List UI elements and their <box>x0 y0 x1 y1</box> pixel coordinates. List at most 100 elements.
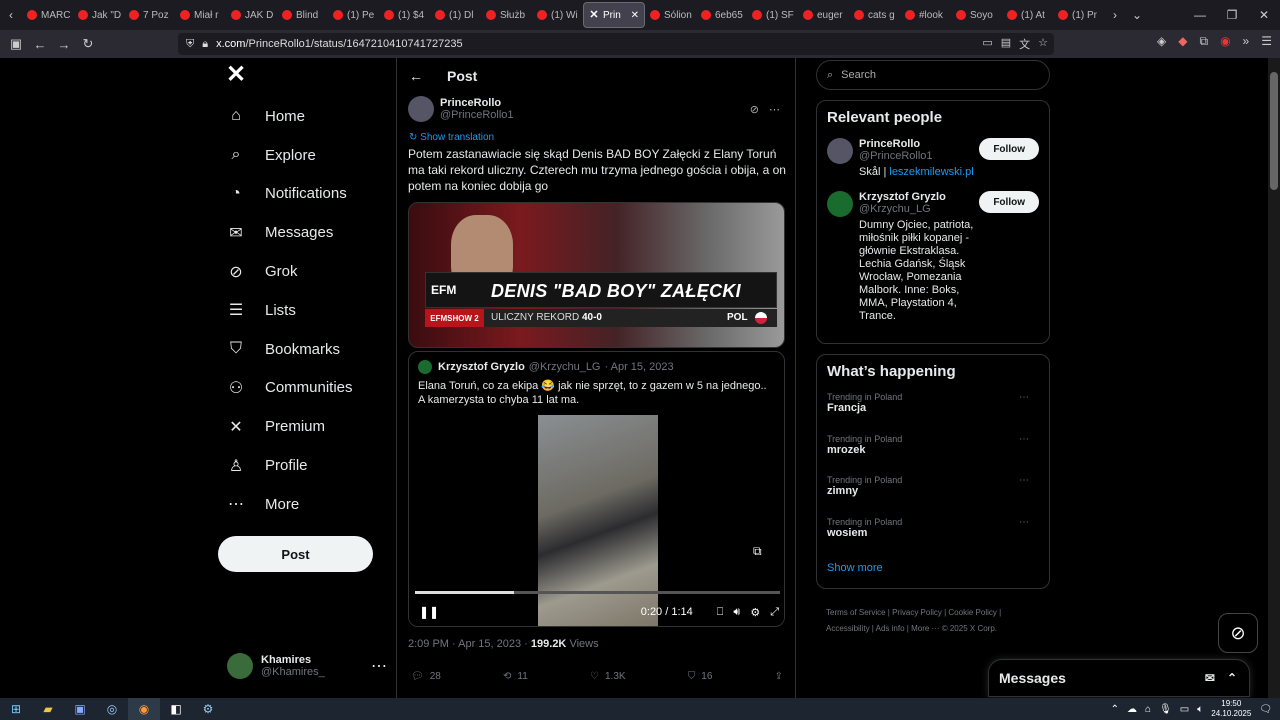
trend-item[interactable]: Trending in Poland wosiem ⋯ <box>827 517 1039 559</box>
scrollbar-thumb[interactable] <box>1270 72 1278 190</box>
browser-tab[interactable]: Soyo <box>951 2 1002 28</box>
file-explorer-icon[interactable]: ▰ <box>32 698 64 720</box>
account-more-icon[interactable]: ⋯ <box>371 656 387 676</box>
show-translation-link[interactable]: ↻ Show translation <box>409 132 494 143</box>
nav-item-profile[interactable]: ♙ Profile <box>218 446 388 485</box>
browser-tab[interactable]: Blind <box>277 2 328 28</box>
browser-tab[interactable]: (1) Pr <box>1053 2 1104 28</box>
display-icon[interactable]: ▭ <box>1180 704 1189 715</box>
tab-scroll-left-icon[interactable]: ‹ <box>0 2 22 28</box>
browser-tab[interactable]: (1) Dl <box>430 2 481 28</box>
notifications-icon[interactable]: 🗨︎ <box>1259 704 1272 715</box>
bookmark-star-icon[interactable]: ☆ <box>1038 36 1048 52</box>
avatar[interactable] <box>827 191 853 217</box>
browser-tab[interactable]: 7 Poz <box>124 2 175 28</box>
person-card[interactable]: Krzysztof Gryzlo @Krzychu_LG Dumny Ojciec,… <box>827 191 1039 323</box>
browser-tab[interactable]: 6eb65 <box>696 2 747 28</box>
browser-tab[interactable]: Sólion <box>645 2 696 28</box>
browser-tab[interactable]: JAK D <box>226 2 277 28</box>
browser-tab[interactable]: (1) At <box>1002 2 1053 28</box>
clock[interactable]: 19:50 24.10.2025 <box>1211 699 1251 719</box>
browser-tab[interactable]: (1) Wi <box>532 2 583 28</box>
post-timestamp[interactable]: 2:09 PM · Apr 15, 2023 · <box>408 638 531 650</box>
trend-more-icon[interactable]: ⋯ <box>1019 392 1029 403</box>
share-button[interactable]: ⇪ <box>775 671 783 682</box>
extensions-icon[interactable]: ⧉ <box>1199 34 1208 49</box>
tab-scroll-right-icon[interactable]: › <box>1104 2 1126 28</box>
browser-tab[interactable]: euger <box>798 2 849 28</box>
nav-item-home[interactable]: ⌂ Home <box>218 97 388 136</box>
author-name[interactable]: PrinceRollo <box>440 97 514 109</box>
grok-button[interactable]: ⊘ <box>1218 613 1258 653</box>
expand-icon[interactable]: ⌃ <box>1227 671 1237 685</box>
address-bar[interactable]: ⛨ 🔒︎ x.com/PrinceRollo1/status/164721041… <box>178 33 1054 55</box>
nav-item-lists[interactable]: ☰ Lists <box>218 291 388 330</box>
overflow-icon[interactable]: » <box>1243 34 1250 49</box>
footer-line[interactable]: Accessibility | Ads info | More ··· © 20… <box>826 621 1050 637</box>
person-name[interactable]: PrinceRollo <box>859 138 979 150</box>
nav-item-explore[interactable]: ⌕ Explore <box>218 136 388 175</box>
cloud-icon[interactable]: ☁ <box>1127 704 1137 715</box>
post-button[interactable]: Post <box>218 536 373 572</box>
nav-item-messages[interactable]: ✉ Messages <box>218 213 388 252</box>
trend-more-icon[interactable]: ⋯ <box>1019 517 1029 528</box>
video-player[interactable]: ⧉ ❚❚ 0:20 / 1:14 ⎕ 🔊︎ ⚙ ⤢ <box>409 415 784 626</box>
captions-icon[interactable]: ⎕ <box>717 606 724 619</box>
start-icon[interactable]: ⊞ <box>0 698 32 720</box>
account-switcher[interactable]: Khamires @Khamires_ ⋯ <box>227 650 387 682</box>
repost-button[interactable]: ⟲ 11 <box>503 671 528 682</box>
footer-line[interactable]: Terms of Service | Privacy Policy | Cook… <box>826 605 1050 621</box>
trend-item[interactable]: Trending in Poland zimny ⋯ <box>827 475 1039 517</box>
browser-tab[interactable]: #look <box>900 2 951 28</box>
nav-item-more[interactable]: ⋯ More <box>218 485 388 524</box>
monitor-app-icon[interactable]: ▣ <box>64 698 96 720</box>
avatar[interactable] <box>827 138 853 164</box>
settings-icon[interactable]: ⚙ <box>750 606 760 619</box>
person-name[interactable]: Krzysztof Gryzlo <box>859 191 979 203</box>
browser-tab[interactable]: ✕ Prin ✕ <box>583 2 645 28</box>
app-icon[interactable]: ⚙ <box>192 698 224 720</box>
forward-icon[interactable]: → <box>52 37 76 52</box>
tab-list-menu-icon[interactable]: ⌄ <box>1126 2 1148 28</box>
author-handle[interactable]: @PrinceRollo1 <box>440 109 514 121</box>
browser-tab[interactable]: (1) Pe <box>328 2 379 28</box>
screenshot-icon[interactable]: ▭ <box>982 36 992 52</box>
back-arrow-icon[interactable]: ← <box>409 68 423 84</box>
browser-tab[interactable]: Jak "D <box>73 2 124 28</box>
steam-icon[interactable]: ◎ <box>96 698 128 720</box>
fullscreen-icon[interactable]: ⤢ <box>770 606 779 619</box>
speaker-icon[interactable]: 🔈︎ <box>1197 704 1203 715</box>
browser-tab[interactable]: Służb <box>481 2 532 28</box>
trend-more-icon[interactable]: ⋯ <box>1019 475 1029 486</box>
avatar[interactable] <box>408 96 434 122</box>
new-message-icon[interactable]: ✉ <box>1205 671 1215 685</box>
bio-link[interactable]: leszekmilewski.pl <box>889 166 973 178</box>
volume-icon[interactable]: 🔊︎ <box>733 606 740 619</box>
video-progress-bar[interactable] <box>415 591 780 594</box>
quoted-post[interactable]: Krzysztof Gryzlo @Krzychu_LG · Apr 15, 2… <box>408 351 785 627</box>
close-tab-icon[interactable]: ✕ <box>631 10 639 21</box>
back-icon[interactable]: ← <box>28 37 52 52</box>
trend-more-icon[interactable]: ⋯ <box>1019 434 1029 445</box>
restore-icon[interactable]: ❐ <box>1216 8 1248 22</box>
person-card[interactable]: PrinceRollo @PrinceRollo1 Skål | leszekmil… <box>827 138 1039 179</box>
like-button[interactable]: ♡ 1.3K <box>590 671 626 682</box>
minimize-icon[interactable]: — <box>1184 8 1216 22</box>
menu-icon[interactable]: ☰ <box>1261 34 1272 49</box>
follow-button[interactable]: Follow <box>979 138 1039 160</box>
sidebar-toggle-icon[interactable]: ▣ <box>4 36 28 52</box>
trend-item[interactable]: Trending in Poland Francja ⋯ <box>827 392 1039 434</box>
show-more-link[interactable]: Show more <box>827 558 1039 580</box>
x-logo-icon[interactable]: ✕ <box>226 60 388 96</box>
translate-icon[interactable]: 文 <box>1019 36 1030 52</box>
firefox-icon[interactable]: ◉ <box>128 698 160 720</box>
messages-drawer[interactable]: Messages ✉ ⌃ <box>988 659 1250 697</box>
addon-icon[interactable]: ◉ <box>1220 34 1230 49</box>
follow-button[interactable]: Follow <box>979 191 1039 213</box>
browser-tab[interactable]: (1) $4 <box>379 2 430 28</box>
nav-item-bookmarks[interactable]: ⛉ Bookmarks <box>218 330 388 369</box>
search-input[interactable]: ⌕ Search <box>816 60 1050 90</box>
trend-item[interactable]: Trending in Poland mrozek ⋯ <box>827 434 1039 476</box>
browser-tab[interactable]: Miał r <box>175 2 226 28</box>
reload-icon[interactable]: ↻ <box>76 36 100 52</box>
